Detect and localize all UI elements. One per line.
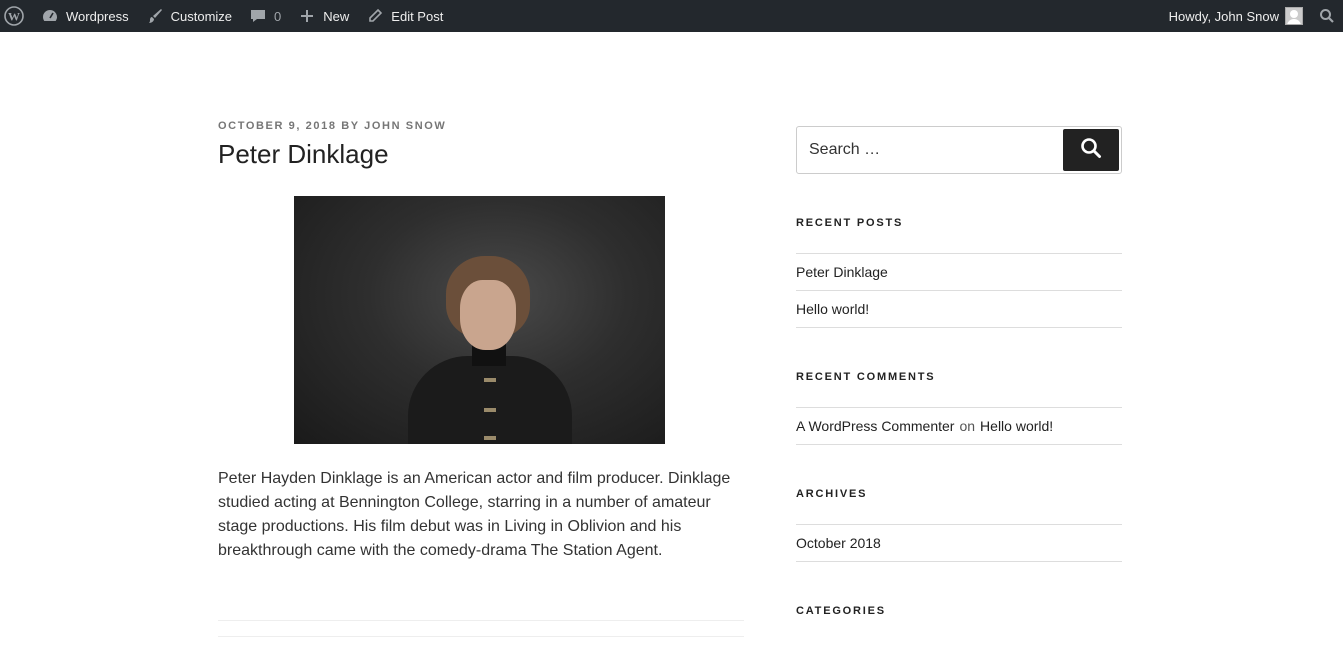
- search-input[interactable]: [797, 127, 1057, 173]
- post-by-label: BY: [341, 120, 360, 132]
- post-meta: OCTOBER 9, 2018 BY JOHN SNOW: [218, 120, 744, 132]
- image-figure-face: [460, 280, 516, 350]
- edit-post-label: Edit Post: [391, 8, 444, 24]
- archive-link[interactable]: October 2018: [796, 535, 881, 551]
- post-content: Peter Hayden Dinklage is an American act…: [218, 470, 731, 559]
- new-content-link[interactable]: New: [289, 0, 357, 32]
- recent-post-link[interactable]: Peter Dinklage: [796, 264, 888, 280]
- archives-list: October 2018: [796, 524, 1122, 562]
- archives-title: ARCHIVES: [796, 488, 868, 500]
- search-form: [796, 126, 1122, 174]
- comment-post-link[interactable]: Hello world!: [980, 418, 1053, 434]
- dashboard-icon: [40, 6, 60, 26]
- paintbrush-icon: [145, 6, 165, 26]
- post-featured-image: [294, 196, 665, 444]
- my-account-link[interactable]: Howdy, John Snow: [1161, 0, 1313, 32]
- avatar: [1285, 7, 1303, 25]
- wordpress-logo-button[interactable]: W: [0, 0, 32, 32]
- adminbar-search-button[interactable]: [1313, 0, 1343, 32]
- image-figure-body: [408, 356, 572, 444]
- list-item: Hello world!: [796, 291, 1122, 328]
- customize-label: Customize: [170, 8, 233, 24]
- recent-comments-title: RECENT COMMENTS: [796, 371, 936, 383]
- list-item: October 2018: [796, 525, 1122, 562]
- post-article: OCTOBER 9, 2018 BY JOHN SNOW Peter Dinkl…: [218, 120, 744, 559]
- wordpress-icon: W: [4, 6, 24, 26]
- divider: [218, 620, 744, 621]
- comments-link[interactable]: 0: [240, 0, 289, 32]
- svg-text:W: W: [8, 10, 20, 24]
- comment-bubble-icon: [248, 6, 268, 26]
- search-icon: [1080, 137, 1102, 164]
- list-item: A WordPress Commenter on Hello world!: [796, 408, 1122, 445]
- sidebar: RECENT POSTS Peter Dinklage Hello world!…: [796, 126, 1122, 617]
- site-name-label: Wordpress: [66, 8, 129, 24]
- recent-posts-title: RECENT POSTS: [796, 217, 904, 229]
- plus-icon: [297, 6, 317, 26]
- customize-link[interactable]: Customize: [137, 0, 240, 32]
- image-clasp: [484, 408, 496, 412]
- comment-on-label: on: [959, 418, 976, 434]
- comment-author-link[interactable]: A WordPress Commenter: [796, 418, 954, 434]
- post-author-link[interactable]: JOHN SNOW: [364, 120, 446, 132]
- post-date-link[interactable]: OCTOBER 9, 2018: [218, 120, 337, 132]
- image-clasp: [484, 378, 496, 382]
- image-clasp: [484, 436, 496, 440]
- howdy-label: Howdy, John Snow: [1168, 8, 1279, 24]
- site-name-link[interactable]: Wordpress: [32, 0, 137, 32]
- recent-comments-list: A WordPress Commenter on Hello world!: [796, 407, 1122, 445]
- list-item: Peter Dinklage: [796, 254, 1122, 291]
- comments-count: 0: [274, 8, 282, 24]
- search-icon: [1317, 6, 1337, 26]
- categories-title: CATEGORIES: [796, 605, 886, 617]
- recent-posts-list: Peter Dinklage Hello world!: [796, 253, 1122, 328]
- admin-bar: W Wordpress Customize 0 New Edit Post Ho…: [0, 0, 1343, 32]
- new-label: New: [323, 8, 350, 24]
- edit-post-link[interactable]: Edit Post: [357, 0, 451, 32]
- divider: [218, 636, 744, 637]
- pencil-icon: [365, 6, 385, 26]
- post-title: Peter Dinklage: [218, 139, 389, 169]
- recent-post-link[interactable]: Hello world!: [796, 301, 869, 317]
- search-submit-button[interactable]: [1063, 129, 1119, 171]
